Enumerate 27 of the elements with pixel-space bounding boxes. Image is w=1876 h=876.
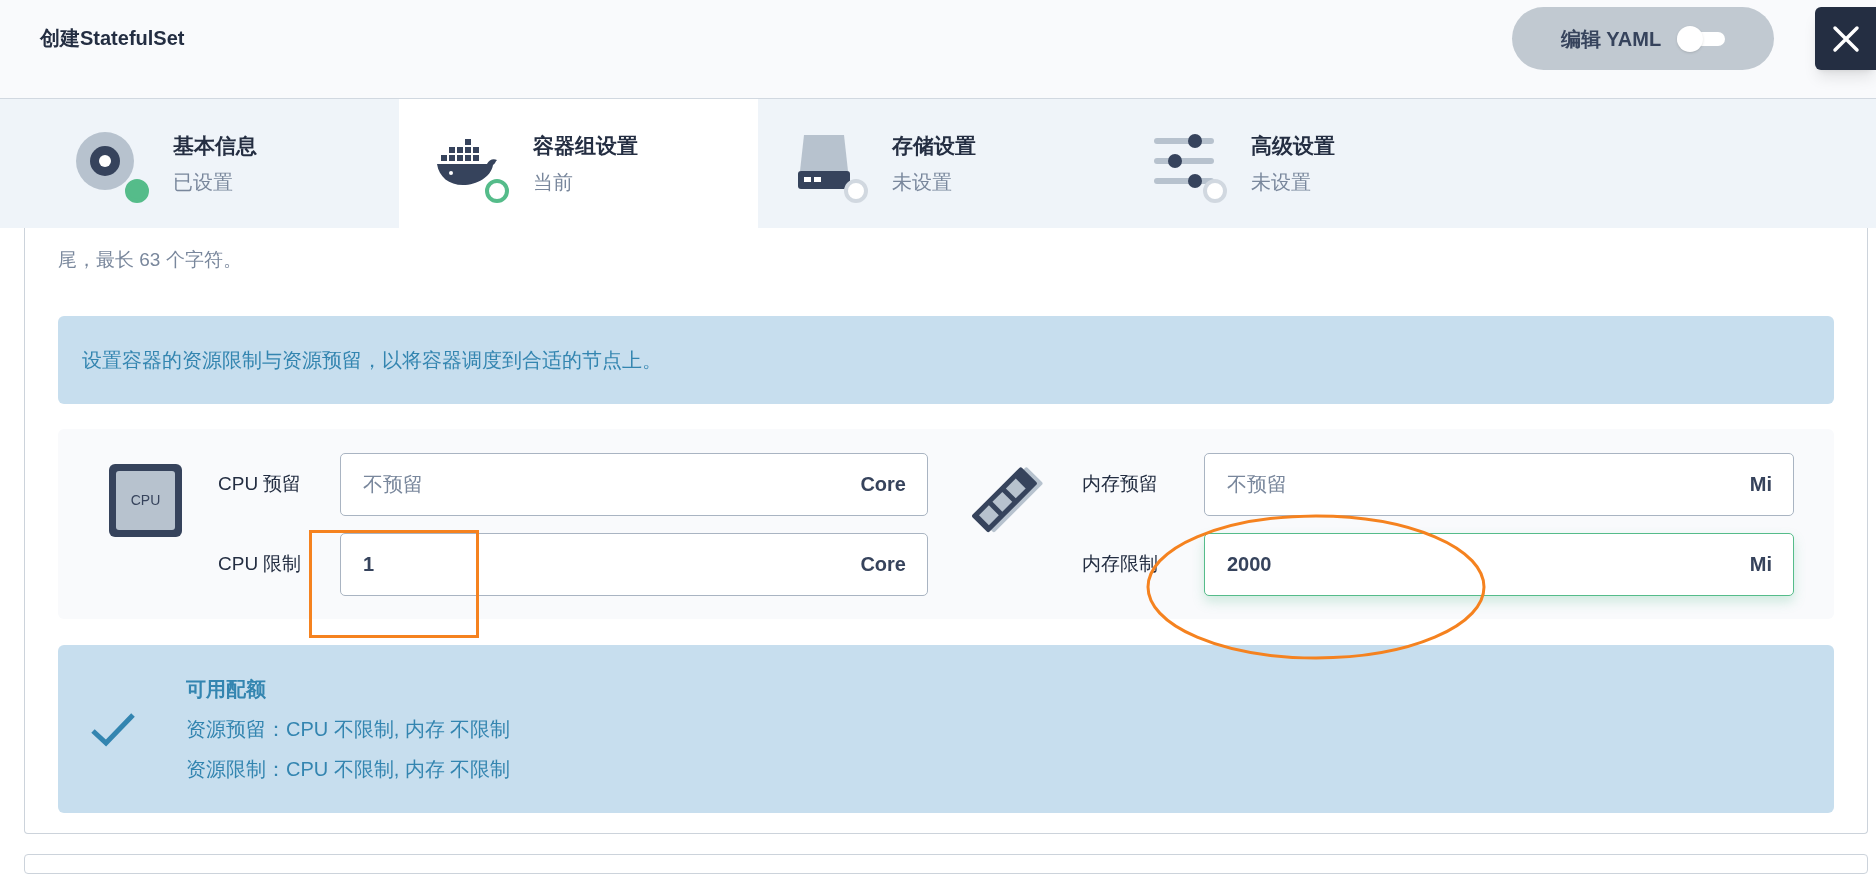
step-title: 存储设置 — [892, 132, 976, 159]
close-button[interactable] — [1815, 7, 1876, 70]
step-tab[interactable]: 容器组设置 当前 — [399, 99, 758, 228]
step-title: 基本信息 — [173, 132, 257, 159]
info-banner: 设置容器的资源限制与资源预留，以将容器调度到合适的节点上。 — [58, 316, 1834, 404]
quota-title: 可用配额 — [186, 677, 267, 702]
unit-label: Core — [860, 472, 906, 497]
check-icon — [90, 711, 136, 747]
field-hint: 尾，最长 63 个字符。 — [58, 248, 243, 272]
field-label: CPU 限制 — [218, 552, 303, 577]
step-status: 已设置 — [173, 170, 234, 196]
step-status: 当前 — [533, 170, 574, 196]
quota-line: 资源预留：CPU 不限制, 内存 不限制 — [186, 717, 511, 742]
field-label: CPU 预留 — [218, 472, 303, 497]
page-title: 创建StatefulSet — [40, 26, 185, 51]
step-status: 未设置 — [1251, 170, 1312, 196]
edit-yaml-toggle[interactable]: 编辑 YAML — [1512, 7, 1774, 70]
quota-line: 资源限制：CPU 不限制, 内存 不限制 — [186, 757, 511, 782]
close-icon — [1830, 23, 1861, 54]
step-title: 高级设置 — [1251, 132, 1335, 159]
cpu-chip-icon: CPU — [108, 463, 183, 538]
step-status: 未设置 — [892, 170, 953, 196]
field-label: 内存预留 — [1082, 472, 1159, 497]
step-title: 容器组设置 — [533, 132, 638, 159]
unit-label: Mi — [1749, 552, 1772, 577]
unit-label: Core — [860, 552, 906, 577]
unit-label: Mi — [1749, 472, 1772, 497]
